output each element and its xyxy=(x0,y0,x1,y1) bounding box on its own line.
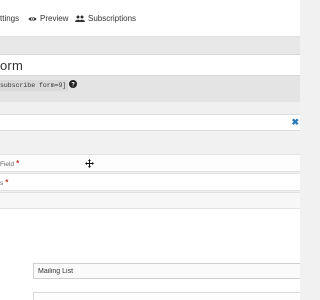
tab-settings[interactable]: ttings xyxy=(0,14,19,23)
field-row-1[interactable]: Field * xyxy=(0,154,300,172)
tab-subscriptions-label: Subscriptions xyxy=(88,14,137,23)
form-editor-page: ttings Preview Subscriptions orm subscri… xyxy=(0,0,300,300)
required-mark: * xyxy=(16,159,20,168)
spacer xyxy=(0,131,300,154)
tab-subscriptions[interactable]: Subscriptions xyxy=(75,14,136,23)
eye-icon xyxy=(28,16,37,21)
required-mark: * xyxy=(5,178,9,187)
tab-preview-label: Preview xyxy=(40,14,69,23)
field-label-2: s * xyxy=(0,178,9,187)
mailing-list-input[interactable] xyxy=(33,263,300,279)
tab-settings-label: ttings xyxy=(0,14,20,23)
fields-toolbar: ✖ xyxy=(0,114,300,131)
move-cursor-icon xyxy=(85,159,94,168)
list-settings-panel xyxy=(0,209,300,300)
next-input[interactable] xyxy=(33,292,300,300)
form-title-field[interactable]: orm xyxy=(0,54,300,76)
field-label-1: Field * xyxy=(0,159,20,168)
shortcode-text: subscribe form=9] xyxy=(0,80,69,91)
question-circle-icon[interactable] xyxy=(69,80,77,88)
shortcode-area: subscribe form=9] xyxy=(0,76,300,102)
users-icon xyxy=(75,15,85,22)
tab-preview[interactable]: Preview xyxy=(28,14,68,23)
section-header-band xyxy=(0,37,300,54)
close-icon[interactable]: ✖ xyxy=(291,116,299,128)
divider-band xyxy=(0,102,300,114)
field-row-3[interactable] xyxy=(0,192,300,209)
tab-bar: ttings Preview Subscriptions xyxy=(0,0,300,37)
form-title: orm xyxy=(0,58,23,73)
field-row-2[interactable]: s * xyxy=(0,173,300,191)
